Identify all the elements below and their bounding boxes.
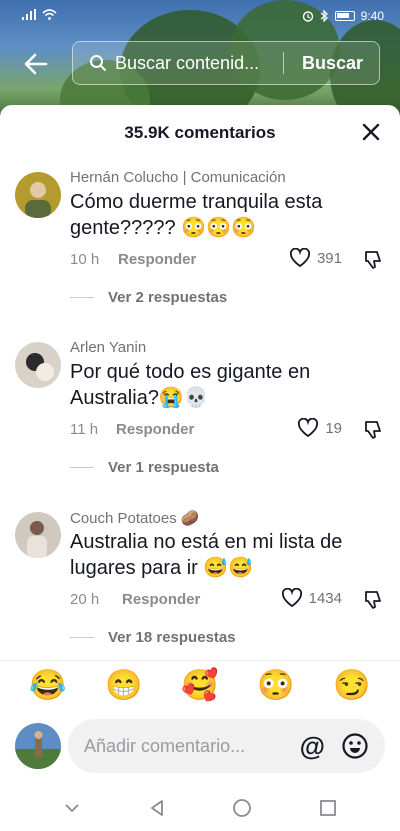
reply-button[interactable]: Responder	[122, 591, 200, 608]
nav-home-icon[interactable]	[232, 798, 252, 818]
avatar[interactable]	[15, 512, 61, 558]
smiley-icon	[342, 733, 368, 759]
dislike-button[interactable]	[362, 589, 384, 611]
comment-input[interactable]	[84, 735, 274, 757]
heart-icon	[281, 588, 302, 608]
comments-list: Hernán Colucho | Comunicación Cómo duerm…	[0, 165, 400, 650]
search-bar: Buscar	[72, 41, 380, 85]
avatar[interactable]	[15, 342, 61, 388]
chevron-down-icon[interactable]	[63, 802, 81, 814]
alarm-icon	[302, 11, 313, 22]
view-replies-label: Ver 2 respuestas	[108, 289, 228, 306]
view-replies-button[interactable]: Ver 1 respuesta	[70, 459, 219, 476]
search-divider	[283, 52, 284, 74]
close-button[interactable]	[360, 121, 382, 143]
like-count: 1434	[308, 589, 342, 607]
bluetooth-icon	[320, 10, 328, 22]
heart-icon	[298, 418, 319, 438]
nav-back-icon[interactable]	[148, 799, 166, 817]
divider-line	[70, 297, 94, 298]
comment-username[interactable]: Arlen Yanin	[70, 339, 146, 356]
thumbs-down-icon	[365, 251, 381, 269]
comment-composer: @	[0, 715, 400, 775]
back-button[interactable]	[22, 50, 54, 78]
like-button[interactable]: 19	[297, 418, 342, 438]
wifi-icon	[42, 9, 57, 20]
comment-time: 20 h	[70, 591, 100, 608]
comment-item: Arlen Yanin Por qué todo es gigante en A…	[0, 335, 400, 505]
dislike-button[interactable]	[362, 419, 384, 441]
divider-line	[70, 467, 94, 468]
search-button[interactable]: Buscar	[302, 53, 363, 74]
arrow-left-icon	[24, 53, 48, 75]
comment-text: Por qué todo es gigante en Australia?😭💀	[70, 361, 311, 409]
thumbs-down-icon	[365, 421, 381, 439]
comment-username[interactable]: Couch Potatoes 🥔	[70, 509, 200, 527]
battery-icon	[334, 11, 355, 21]
comment-box: @	[68, 719, 385, 773]
close-icon	[362, 123, 380, 141]
search-icon	[90, 55, 106, 71]
comment-time: 10 h	[70, 251, 100, 268]
avatar[interactable]	[15, 172, 61, 218]
view-replies-label: Ver 18 respuestas	[108, 629, 236, 646]
view-replies-button[interactable]: Ver 2 respuestas	[70, 289, 227, 306]
like-count: 19	[325, 419, 342, 437]
mention-button[interactable]: @	[300, 731, 325, 762]
divider-line	[70, 637, 94, 638]
like-button[interactable]: 1434	[281, 588, 342, 608]
emoji-flushed[interactable]: 😳	[257, 668, 294, 703]
comment-item: Couch Potatoes 🥔 Australia no está en mi…	[0, 505, 400, 650]
comment-username[interactable]: Hernán Colucho | Comunicación	[70, 169, 286, 186]
comments-sheet: 35.9K comentarios Hernán Colucho | Comun…	[0, 105, 400, 831]
reply-button[interactable]: Responder	[116, 421, 194, 438]
emoji-smiling-hearts[interactable]: 🥰	[181, 668, 218, 703]
nav-recents-icon[interactable]	[319, 799, 337, 817]
heart-icon	[289, 248, 311, 268]
emoji-smirk[interactable]: 😏	[333, 668, 370, 703]
emoji-tears-of-joy[interactable]: 😂	[29, 668, 66, 703]
quick-emoji-bar: 😂 😁 🥰 😳 😏	[0, 660, 400, 710]
dislike-button[interactable]	[362, 249, 384, 271]
comment-time: 11 h	[70, 421, 99, 438]
status-bar: 9:40	[0, 0, 400, 32]
comment-item: Hernán Colucho | Comunicación Cómo duerm…	[0, 165, 400, 335]
like-count: 391	[316, 249, 342, 267]
comment-text: Australia no está en mi lista de lugares…	[70, 531, 343, 579]
comments-count-title: 35.9K comentarios	[124, 123, 276, 142]
thumbs-down-icon	[365, 591, 381, 609]
like-button[interactable]: 391	[289, 248, 342, 268]
clock: 9:40	[360, 9, 384, 23]
search-input[interactable]	[115, 52, 275, 74]
emoji-grin[interactable]: 😁	[105, 668, 142, 703]
comment-text: Cómo duerme tranquila esta gente????? 😳😳…	[70, 191, 323, 239]
my-avatar	[15, 723, 61, 769]
view-replies-button[interactable]: Ver 18 respuestas	[70, 629, 236, 646]
view-replies-label: Ver 1 respuesta	[108, 459, 219, 476]
signal-icon	[22, 9, 36, 20]
emoji-picker-button[interactable]	[341, 732, 369, 760]
reply-button[interactable]: Responder	[118, 251, 196, 268]
system-navigation-bar	[0, 788, 400, 828]
